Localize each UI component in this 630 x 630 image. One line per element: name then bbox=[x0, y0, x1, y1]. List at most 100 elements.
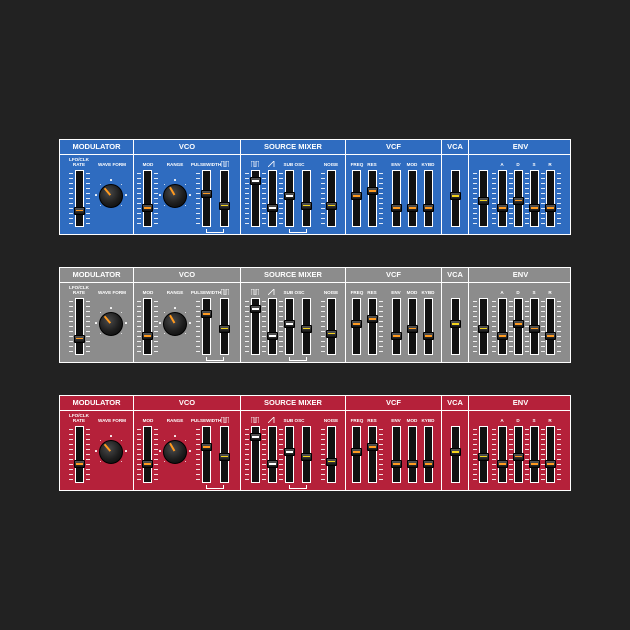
filter-mod-slider[interactable] bbox=[407, 170, 418, 227]
filter-res-slider[interactable] bbox=[367, 426, 383, 483]
vca-mode-slider[interactable] bbox=[450, 170, 461, 227]
slider-cap[interactable] bbox=[74, 206, 85, 215]
filter-freq-slider[interactable] bbox=[351, 170, 362, 227]
slider-cap[interactable] bbox=[513, 196, 524, 205]
filter-kybd-slider[interactable] bbox=[423, 170, 434, 227]
sub-osc-type-slider[interactable] bbox=[301, 426, 312, 483]
range-knob[interactable] bbox=[163, 440, 187, 464]
slider-cap[interactable] bbox=[284, 448, 295, 457]
slider-cap[interactable] bbox=[407, 204, 418, 213]
slider-cap[interactable] bbox=[450, 192, 461, 201]
square-level-slider[interactable] bbox=[245, 170, 266, 227]
slider-cap[interactable] bbox=[513, 320, 524, 329]
wave-form-knob[interactable] bbox=[99, 312, 123, 336]
slider-cap[interactable] bbox=[529, 324, 540, 333]
range-knob[interactable] bbox=[163, 184, 187, 208]
filter-env-slider[interactable] bbox=[391, 298, 402, 355]
slider-cap[interactable] bbox=[219, 201, 230, 210]
slider-cap[interactable] bbox=[545, 332, 556, 341]
pwm-source-slider[interactable] bbox=[219, 170, 230, 227]
slider-cap[interactable] bbox=[407, 460, 418, 469]
slider-cap[interactable] bbox=[351, 192, 362, 201]
env-decay-slider[interactable] bbox=[513, 426, 529, 483]
slider-cap[interactable] bbox=[423, 460, 434, 469]
lfo-rate-slider[interactable] bbox=[69, 298, 90, 355]
slider-cap[interactable] bbox=[513, 452, 524, 461]
slider-cap[interactable] bbox=[407, 324, 418, 333]
filter-res-slider[interactable] bbox=[367, 298, 383, 355]
slider-cap[interactable] bbox=[326, 329, 337, 338]
filter-env-slider[interactable] bbox=[391, 170, 402, 227]
env-sustain-slider[interactable] bbox=[529, 298, 545, 355]
slider-cap[interactable] bbox=[529, 204, 540, 213]
sub-osc-level-slider[interactable] bbox=[284, 298, 295, 355]
slider-cap[interactable] bbox=[267, 332, 278, 341]
square-level-slider[interactable] bbox=[245, 426, 266, 483]
slider-cap[interactable] bbox=[250, 177, 261, 186]
sub-osc-type-slider[interactable] bbox=[301, 298, 312, 355]
env-attack-slider[interactable] bbox=[492, 170, 513, 227]
env-sustain-slider[interactable] bbox=[529, 426, 545, 483]
saw-level-slider[interactable] bbox=[267, 298, 283, 355]
slider-cap[interactable] bbox=[301, 324, 312, 333]
slider-cap[interactable] bbox=[201, 189, 212, 198]
slider-cap[interactable] bbox=[284, 192, 295, 201]
env-attack-slider[interactable] bbox=[492, 298, 513, 355]
filter-kybd-slider[interactable] bbox=[423, 298, 434, 355]
slider-cap[interactable] bbox=[529, 460, 540, 469]
filter-mod-slider[interactable] bbox=[407, 298, 418, 355]
lfo-rate-slider[interactable] bbox=[69, 426, 90, 483]
saw-level-slider[interactable] bbox=[267, 170, 283, 227]
env-decay-slider[interactable] bbox=[513, 298, 529, 355]
env-sustain-slider[interactable] bbox=[529, 170, 545, 227]
slider-cap[interactable] bbox=[450, 320, 461, 329]
sub-osc-level-slider[interactable] bbox=[284, 426, 295, 483]
slider-cap[interactable] bbox=[142, 204, 153, 213]
env-release-slider[interactable] bbox=[545, 298, 561, 355]
slider-cap[interactable] bbox=[74, 460, 85, 469]
slider-cap[interactable] bbox=[74, 334, 85, 343]
saw-level-slider[interactable] bbox=[267, 426, 283, 483]
filter-mod-slider[interactable] bbox=[407, 426, 418, 483]
slider-cap[interactable] bbox=[497, 204, 508, 213]
pwm-source-slider[interactable] bbox=[219, 298, 230, 355]
filter-res-slider[interactable] bbox=[367, 170, 383, 227]
filter-env-slider[interactable] bbox=[391, 426, 402, 483]
env-trigger-slider[interactable] bbox=[473, 298, 489, 355]
square-level-slider[interactable] bbox=[245, 298, 266, 355]
slider-cap[interactable] bbox=[301, 201, 312, 210]
env-release-slider[interactable] bbox=[545, 170, 561, 227]
slider-cap[interactable] bbox=[284, 320, 295, 329]
slider-cap[interactable] bbox=[423, 332, 434, 341]
vco-mod-slider[interactable] bbox=[137, 170, 158, 227]
slider-cap[interactable] bbox=[391, 460, 402, 469]
pwm-source-slider[interactable] bbox=[219, 426, 230, 483]
vco-mod-slider[interactable] bbox=[137, 426, 158, 483]
slider-cap[interactable] bbox=[497, 460, 508, 469]
slider-cap[interactable] bbox=[142, 460, 153, 469]
slider-cap[interactable] bbox=[201, 310, 212, 319]
slider-cap[interactable] bbox=[267, 460, 278, 469]
env-decay-slider[interactable] bbox=[513, 170, 529, 227]
wave-form-knob[interactable] bbox=[99, 184, 123, 208]
env-trigger-slider[interactable] bbox=[473, 170, 489, 227]
slider-cap[interactable] bbox=[219, 452, 230, 461]
slider-cap[interactable] bbox=[478, 196, 489, 205]
slider-cap[interactable] bbox=[391, 204, 402, 213]
slider-cap[interactable] bbox=[367, 443, 378, 452]
wave-form-knob[interactable] bbox=[99, 440, 123, 464]
env-attack-slider[interactable] bbox=[492, 426, 513, 483]
range-knob[interactable] bbox=[163, 312, 187, 336]
slider-cap[interactable] bbox=[250, 305, 261, 314]
env-trigger-slider[interactable] bbox=[473, 426, 489, 483]
slider-cap[interactable] bbox=[391, 332, 402, 341]
filter-freq-slider[interactable] bbox=[351, 298, 362, 355]
slider-cap[interactable] bbox=[423, 204, 434, 213]
slider-cap[interactable] bbox=[450, 448, 461, 457]
noise-level-slider[interactable] bbox=[321, 426, 337, 483]
slider-cap[interactable] bbox=[545, 460, 556, 469]
lfo-rate-slider[interactable] bbox=[69, 170, 90, 227]
env-release-slider[interactable] bbox=[545, 426, 561, 483]
noise-level-slider[interactable] bbox=[321, 170, 337, 227]
vca-mode-slider[interactable] bbox=[450, 426, 461, 483]
